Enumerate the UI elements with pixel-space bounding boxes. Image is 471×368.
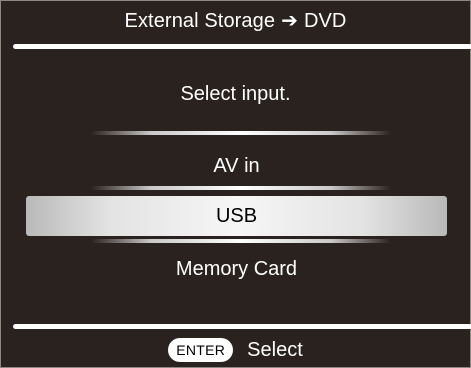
footer-divider — [13, 324, 471, 329]
select-input-prompt: Select input. — [180, 83, 291, 105]
option-label: Memory Card — [175, 257, 298, 280]
title-target-label: DVD — [303, 9, 347, 32]
right-arrow-icon: ➔ — [281, 9, 298, 32]
option-separator — [91, 239, 391, 243]
footer-hint: ENTER Select — [1, 333, 470, 367]
option-label: USB — [215, 204, 258, 227]
title-divider — [13, 44, 471, 49]
option-separator — [91, 186, 391, 190]
option-label: AV in — [213, 154, 260, 177]
dvd-osd-screen: External Storage ➔ DVD Select input. AV … — [0, 0, 471, 368]
option-memory-card[interactable]: Memory Card — [26, 249, 447, 289]
title-source-label: External Storage — [124, 9, 276, 32]
enter-key-icon: ENTER — [168, 338, 234, 362]
screen-title: External Storage ➔ DVD — [1, 1, 470, 41]
option-av-in[interactable]: AV in — [26, 146, 447, 186]
footer-action-label: Select — [247, 338, 303, 361]
option-separator — [91, 131, 391, 135]
option-usb[interactable]: USB — [26, 196, 447, 236]
